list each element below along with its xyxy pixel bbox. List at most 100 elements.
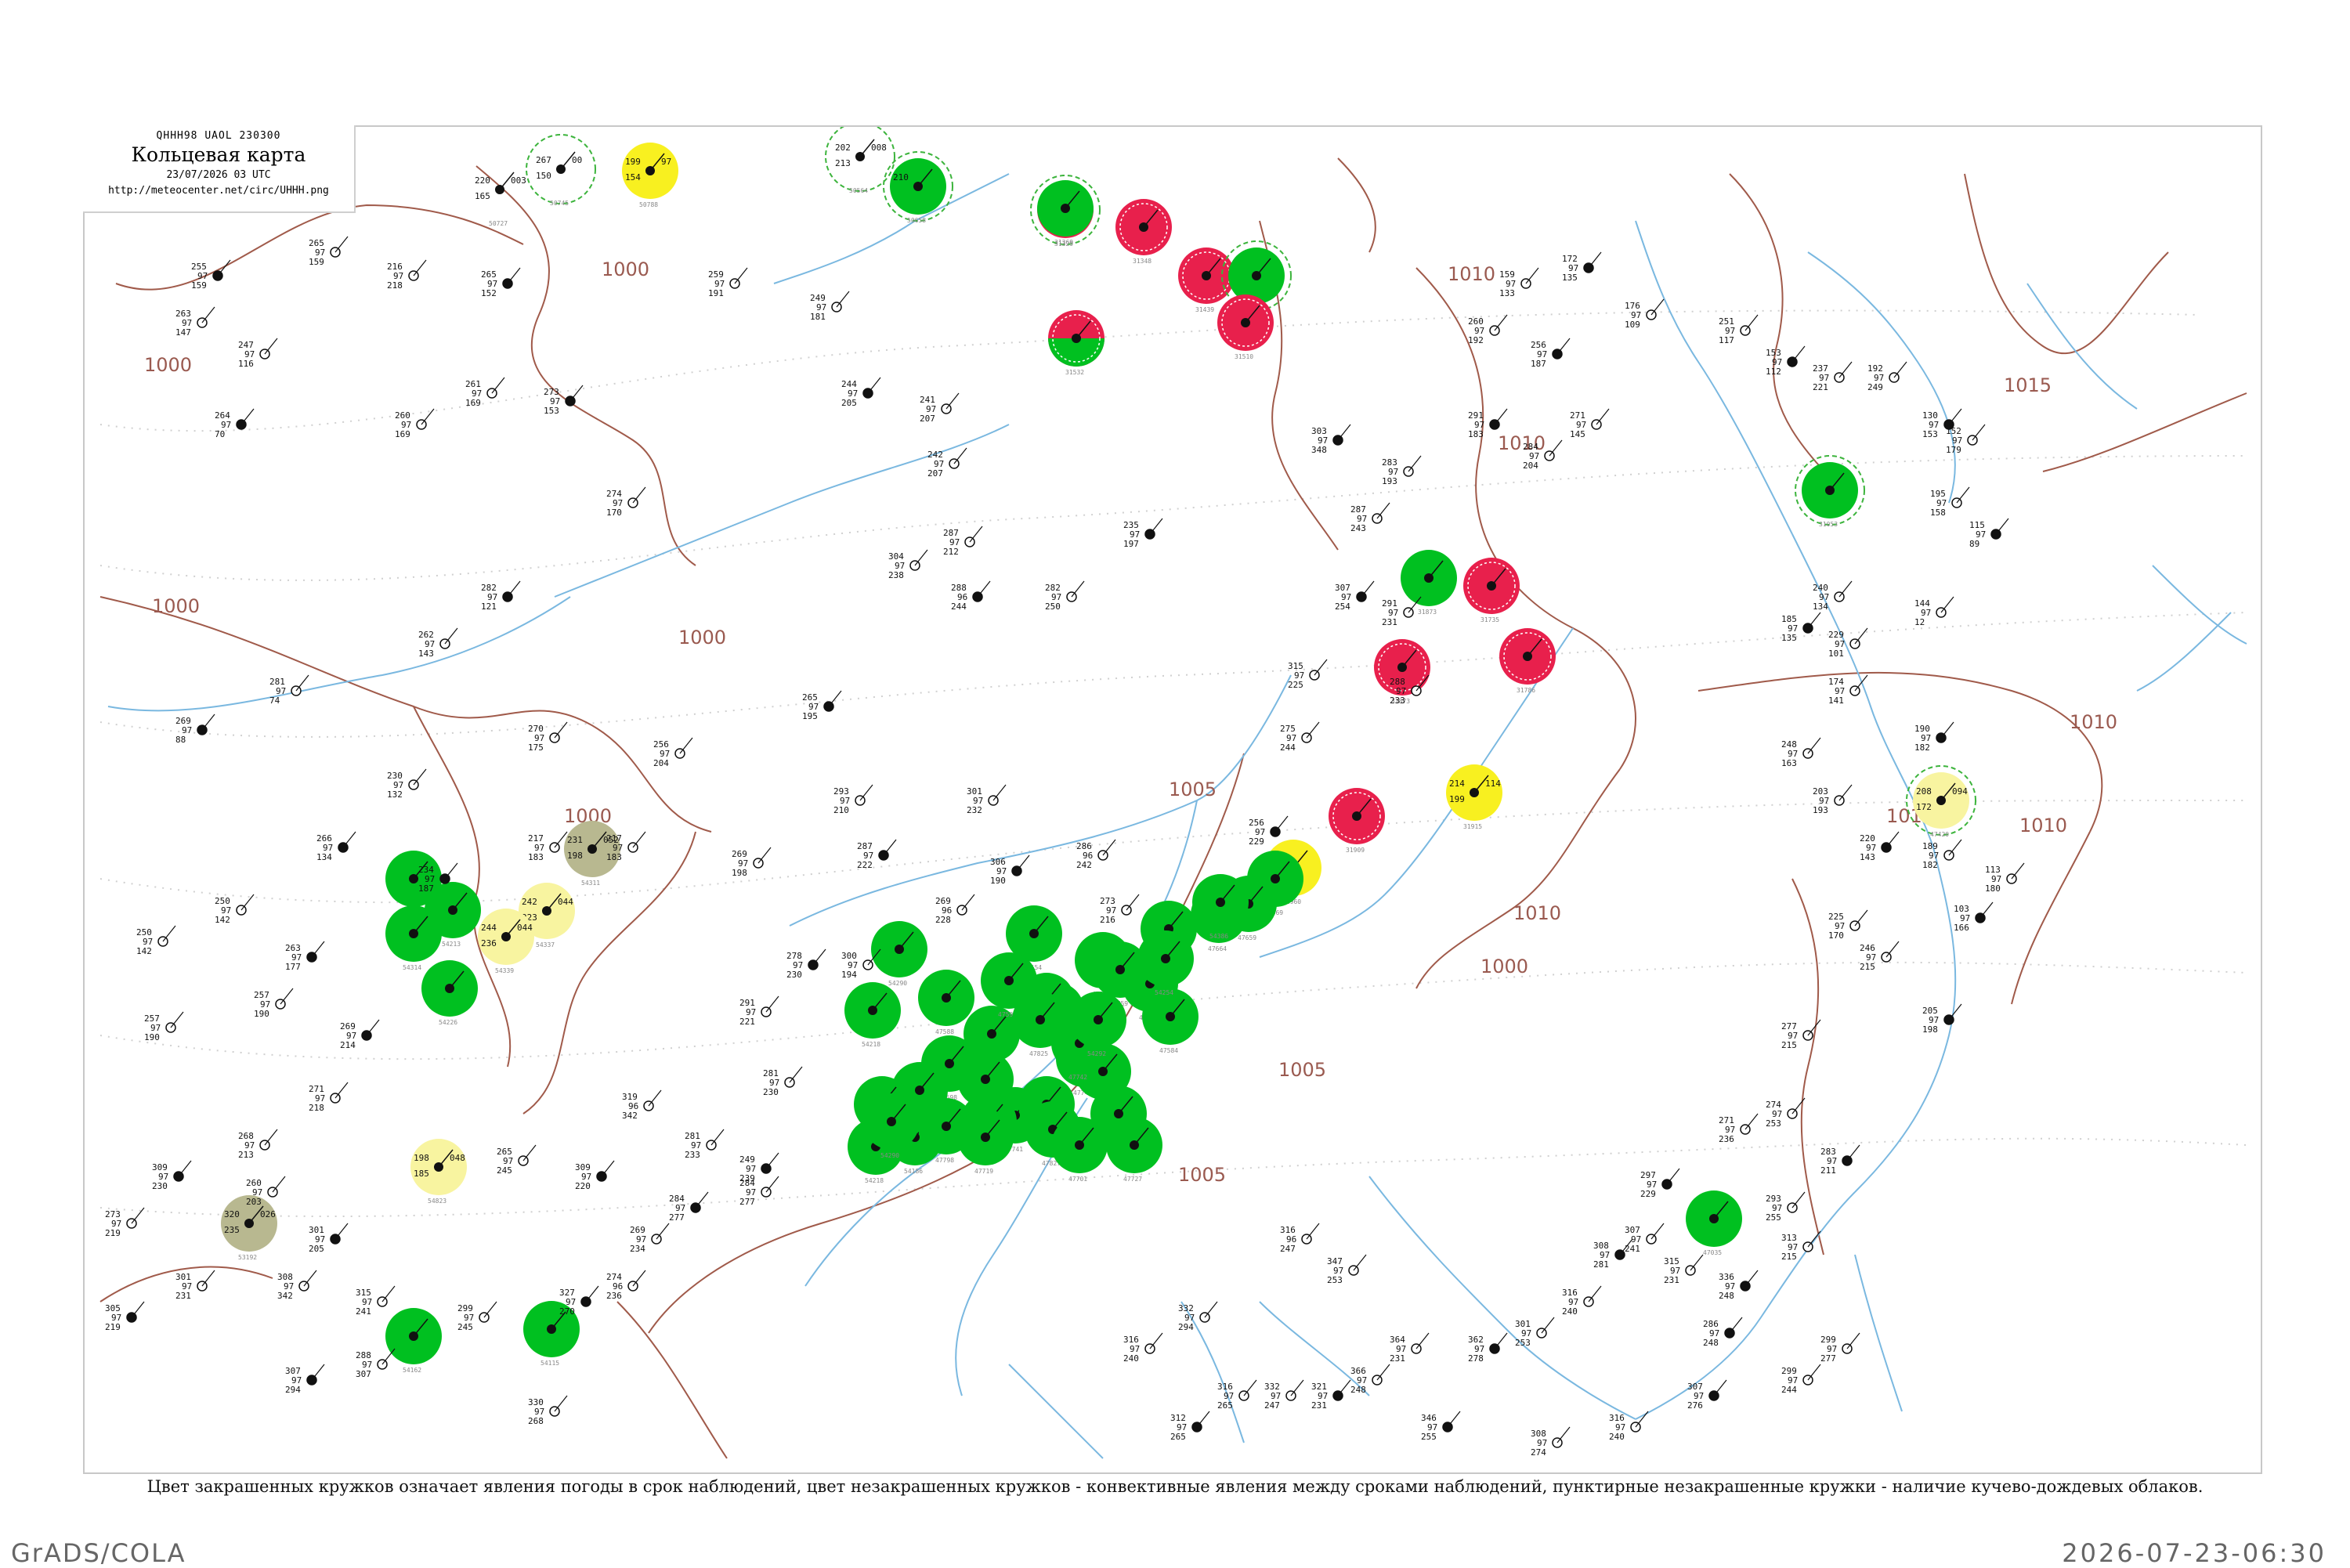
station-value: 236 — [606, 1291, 622, 1301]
station-number: 50727 — [489, 220, 508, 227]
wind-barb — [1807, 737, 1821, 754]
station-plot: 31697265 — [1217, 1379, 1257, 1411]
wind-barb — [1306, 1223, 1320, 1240]
station-cb: 267 150 00 50745 — [526, 134, 596, 207]
station-thunder-rain: 31532 — [1048, 310, 1104, 376]
station-plot: 30497238 — [888, 549, 928, 580]
wind-barb — [1807, 612, 1821, 629]
station-value: 70 — [215, 429, 225, 439]
station-value: 219 — [105, 1228, 121, 1238]
station-plot: 28497277 — [669, 1191, 709, 1223]
map-url: http://meteocenter.net/circ/UHHH.png — [108, 185, 329, 197]
station-number: 54339 — [495, 967, 514, 974]
wind-barb — [311, 1364, 325, 1381]
station-value: 153 — [544, 406, 559, 416]
station-plot: 21697218 — [387, 259, 427, 291]
station-plot: 21797183 — [606, 831, 646, 862]
wind-barb — [1337, 1379, 1351, 1396]
station-number: 31915 — [1463, 823, 1482, 830]
station-rain: 31369 — [1037, 180, 1094, 246]
wind-barb — [264, 338, 278, 355]
station-value: 134 — [316, 852, 332, 862]
station-plot: 25197117 — [1719, 314, 1759, 345]
station-thunder: 31510 — [1217, 294, 1274, 360]
station-plot: 31597225 — [1288, 659, 1328, 690]
station-t: 198 — [414, 1153, 429, 1163]
footer-timestamp: 2026-07-23-06:30 — [2062, 1538, 2326, 1568]
station-value: 182 — [1914, 742, 1930, 753]
station-value: 342 — [277, 1291, 293, 1301]
station-thunder: 31348 — [1115, 199, 1172, 265]
wind-barb — [491, 377, 505, 394]
station-td: 213 — [835, 158, 851, 168]
station-value: 240 — [1562, 1306, 1578, 1317]
map-frame: 1000 1000 1000 1000 1005 1005 1005 1010 1010 1010… — [83, 125, 2262, 1474]
station-value: 307 — [356, 1369, 371, 1379]
station-value: 182 — [1922, 860, 1938, 870]
footer-software: GrADS/COLA — [11, 1538, 186, 1568]
station-plot: 18597135 — [1781, 612, 1821, 643]
station-value: 218 — [309, 1103, 324, 1113]
wind-barb — [1854, 674, 1868, 692]
station-number: 47588 — [935, 1028, 954, 1035]
station-plot: 15297179 — [1946, 424, 1986, 455]
station-rain: 54218 — [844, 982, 901, 1048]
station-value: 147 — [175, 327, 191, 338]
wind-barb — [977, 580, 991, 598]
station-value: 190 — [254, 1009, 269, 1019]
station-value: 238 — [888, 570, 904, 580]
station-haze: 198 185 048 54823 — [410, 1139, 467, 1205]
station-plot: 27197145 — [1570, 408, 1610, 439]
wind-barb — [131, 1207, 145, 1224]
wind-barb — [765, 995, 779, 1013]
wind-barb — [1549, 439, 1563, 457]
wind-barb — [444, 627, 458, 645]
wind-barb — [1854, 909, 1868, 927]
map-date: 23/07/2026 03 UTC — [166, 169, 271, 181]
station-number: 47798 — [935, 1157, 954, 1164]
station-td: 165 — [475, 191, 490, 201]
station-plot: 29397255 — [1766, 1191, 1806, 1223]
station-value: 152 — [481, 288, 497, 298]
wind-barb — [334, 1082, 349, 1099]
station-value: 215 — [1781, 1252, 1797, 1262]
station-value: 219 — [105, 1322, 121, 1332]
station-value: 244 — [1280, 742, 1296, 753]
wind-barb — [1893, 361, 1907, 378]
station-value: 142 — [215, 915, 230, 925]
station-plot: 28397211 — [1820, 1144, 1860, 1176]
legend-caption: Цвет закрашенных кружков означает явлени… — [146, 1477, 2204, 1496]
station-rain: 47727 — [1106, 1117, 1162, 1183]
wind-barb — [217, 259, 231, 276]
station-value: 177 — [285, 962, 301, 972]
station-plot: 24197207 — [920, 392, 960, 424]
station-value: 190 — [990, 876, 1006, 886]
station-plot: 31597231 — [1664, 1254, 1704, 1285]
station-value: 183 — [528, 852, 544, 862]
station-plot: 27197236 — [1719, 1113, 1759, 1144]
station-plot: 27097175 — [528, 721, 568, 753]
station-value: 255 — [1766, 1212, 1781, 1223]
station-plot: 30797294 — [285, 1364, 325, 1395]
station-value: 231 — [175, 1291, 191, 1301]
station-value: 12 — [1914, 617, 1925, 627]
wind-barb — [953, 447, 967, 464]
station-value: 247 — [1264, 1400, 1280, 1411]
station-t: 214 — [1449, 779, 1465, 789]
station-value: 180 — [1985, 883, 2001, 894]
wind-barb — [507, 267, 521, 284]
station-value: 112 — [1766, 367, 1781, 377]
station-plot: 25697204 — [653, 737, 693, 768]
station-value: 205 — [841, 398, 857, 408]
isobar-label: 1010 — [2019, 815, 2067, 836]
wind-barb — [1290, 1379, 1304, 1396]
wind-barb — [632, 831, 646, 848]
wind-barb — [522, 1144, 537, 1162]
isobar-label: 1010 — [2070, 711, 2117, 733]
station-value: 294 — [285, 1385, 301, 1395]
station-value: 234 — [630, 1244, 645, 1254]
station-value: 141 — [1828, 695, 1844, 706]
wind-barb — [789, 1066, 803, 1083]
station-p: 008 — [871, 143, 887, 153]
wind-barb — [765, 1176, 779, 1193]
